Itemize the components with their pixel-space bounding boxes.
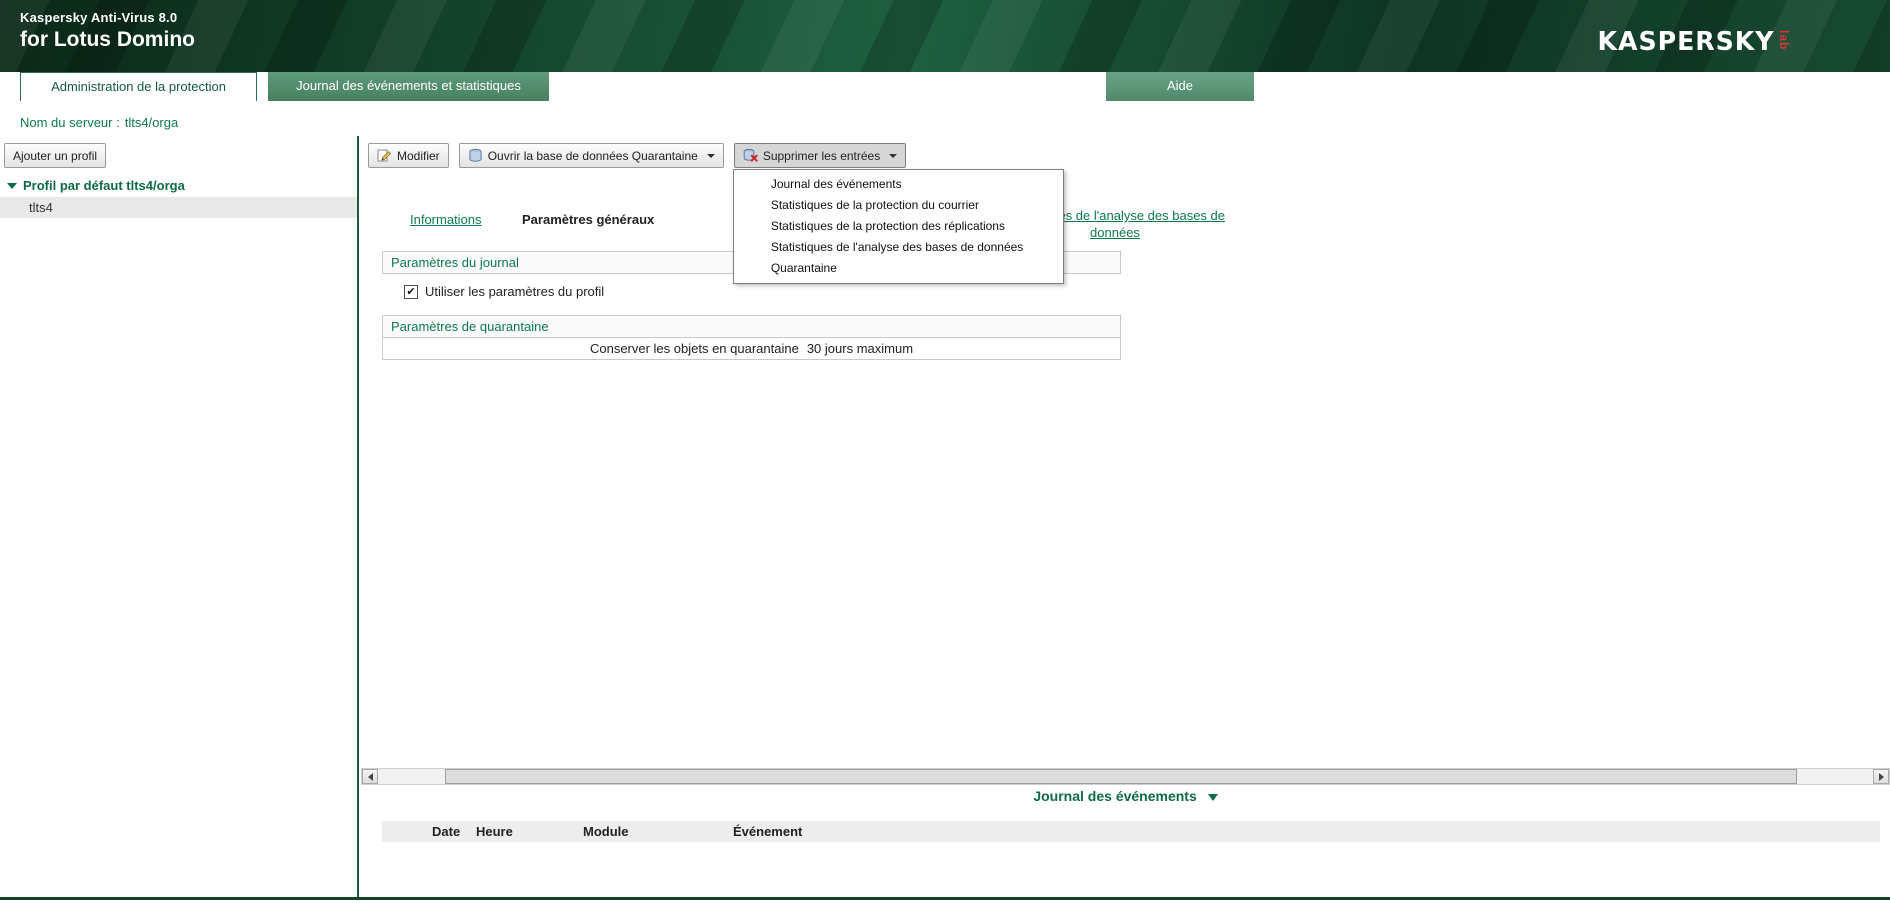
events-log-title: Journal des événements bbox=[1033, 788, 1196, 804]
delete-entries-menu: Journal des événements Statistiques de l… bbox=[733, 169, 1064, 284]
menu-item-stats-protection-replications[interactable]: Statistiques de la protection des réplic… bbox=[734, 216, 1063, 237]
scroll-left-button[interactable] bbox=[362, 769, 378, 784]
menu-item-stats-protection-courrier[interactable]: Statistiques de la protection du courrie… bbox=[734, 195, 1063, 216]
horizontal-scrollbar[interactable] bbox=[361, 768, 1890, 785]
use-profile-settings-checkbox[interactable]: ✔ bbox=[404, 285, 418, 299]
events-table-header: Date Heure Module Événement bbox=[382, 821, 1880, 842]
triangle-right-icon bbox=[1879, 773, 1884, 781]
bottom-border bbox=[0, 897, 1890, 900]
use-profile-settings-row: ✔ Utiliser les paramètres du profil bbox=[404, 284, 604, 299]
profile-group-label: Profil par défaut tlts4/orga bbox=[23, 178, 185, 193]
product-name: Kaspersky Anti-Virus 8.0 bbox=[20, 10, 195, 25]
default-profile-group[interactable]: Profil par défaut tlts4/orga bbox=[7, 178, 185, 193]
tab-informations[interactable]: Informations bbox=[410, 212, 482, 227]
logo-lab-text: lab bbox=[1778, 30, 1790, 50]
delete-entries-button[interactable]: Supprimer les entrées bbox=[734, 143, 906, 168]
column-heure: Heure bbox=[476, 821, 513, 842]
tab-administration-protection[interactable]: Administration de la protection bbox=[20, 72, 257, 101]
menu-item-journal-evenements[interactable]: Journal des événements bbox=[734, 174, 1063, 195]
profiles-sidebar: Ajouter un profil Profil par défaut tlts… bbox=[0, 136, 359, 897]
column-date: Date bbox=[432, 821, 460, 842]
delete-entries-label: Supprimer les entrées bbox=[763, 149, 880, 163]
toolbar: Modifier Ouvrir la base de données Quara… bbox=[368, 143, 906, 168]
server-name-label: Nom du serveur : bbox=[20, 115, 120, 130]
triangle-left-icon bbox=[368, 773, 373, 781]
tab-aide[interactable]: Aide bbox=[1106, 72, 1254, 101]
caret-down-icon bbox=[889, 154, 897, 158]
sidebar-item-tlts4[interactable]: tlts4 bbox=[0, 197, 357, 218]
events-log-header[interactable]: Journal des événements bbox=[361, 788, 1890, 804]
kaspersky-lab-logo: KASPERSKY lab bbox=[1592, 27, 1790, 57]
modify-button[interactable]: Modifier bbox=[368, 143, 449, 168]
delete-entries-dropdown: Supprimer les entrées Journal des événem… bbox=[734, 143, 906, 168]
scrollbar-thumb[interactable] bbox=[445, 769, 1797, 784]
scroll-right-button[interactable] bbox=[1873, 769, 1889, 784]
quarantine-settings-header: Paramètres de quarantaine bbox=[382, 315, 1121, 338]
column-evenement: Événement bbox=[733, 821, 802, 842]
quarantine-retention-row: Conserver les objets en quarantaine 30 j… bbox=[382, 337, 1121, 360]
caret-down-icon bbox=[707, 154, 715, 158]
use-profile-settings-label: Utiliser les paramètres du profil bbox=[425, 284, 604, 299]
product-brand: Kaspersky Anti-Virus 8.0 for Lotus Domin… bbox=[20, 10, 195, 52]
pencil-icon bbox=[377, 148, 392, 163]
logo-wordmark: KASPERSKY bbox=[1598, 27, 1775, 57]
quarantine-retention-label: Conserver les objets en quarantaine bbox=[590, 341, 799, 356]
app-header: Kaspersky Anti-Virus 8.0 for Lotus Domin… bbox=[0, 0, 1890, 72]
product-edition: for Lotus Domino bbox=[20, 28, 195, 52]
column-module: Module bbox=[583, 821, 629, 842]
menu-item-quarantaine[interactable]: Quarantaine bbox=[734, 258, 1063, 279]
open-quarantine-db-button[interactable]: Ouvrir la base de données Quarantaine bbox=[459, 143, 724, 168]
open-quarantine-db-label: Ouvrir la base de données Quarantaine bbox=[488, 149, 698, 163]
tab-parametres-generaux[interactable]: Paramètres généraux bbox=[522, 212, 654, 227]
database-delete-icon bbox=[743, 148, 758, 163]
add-profile-button[interactable]: Ajouter un profil bbox=[4, 143, 106, 168]
tab-journal-statistiques[interactable]: Journal des événements et statistiques bbox=[268, 72, 549, 101]
quarantine-retention-value: 30 jours maximum bbox=[807, 341, 913, 356]
main-nav: Administration de la protection Journal … bbox=[0, 72, 1890, 101]
menu-item-stats-analyse-bases[interactable]: Statistiques de l'analyse des bases de d… bbox=[734, 237, 1063, 258]
kaspersky-admin-console: Kaspersky Anti-Virus 8.0 for Lotus Domin… bbox=[0, 0, 1890, 903]
modify-button-label: Modifier bbox=[397, 149, 440, 163]
server-name-value: tlts4/orga bbox=[125, 115, 178, 130]
collapse-triangle-icon bbox=[1208, 794, 1218, 801]
expand-triangle-icon bbox=[7, 183, 17, 189]
server-name-row: Nom du serveur : tlts4/orga bbox=[20, 115, 178, 130]
database-icon bbox=[468, 148, 483, 163]
